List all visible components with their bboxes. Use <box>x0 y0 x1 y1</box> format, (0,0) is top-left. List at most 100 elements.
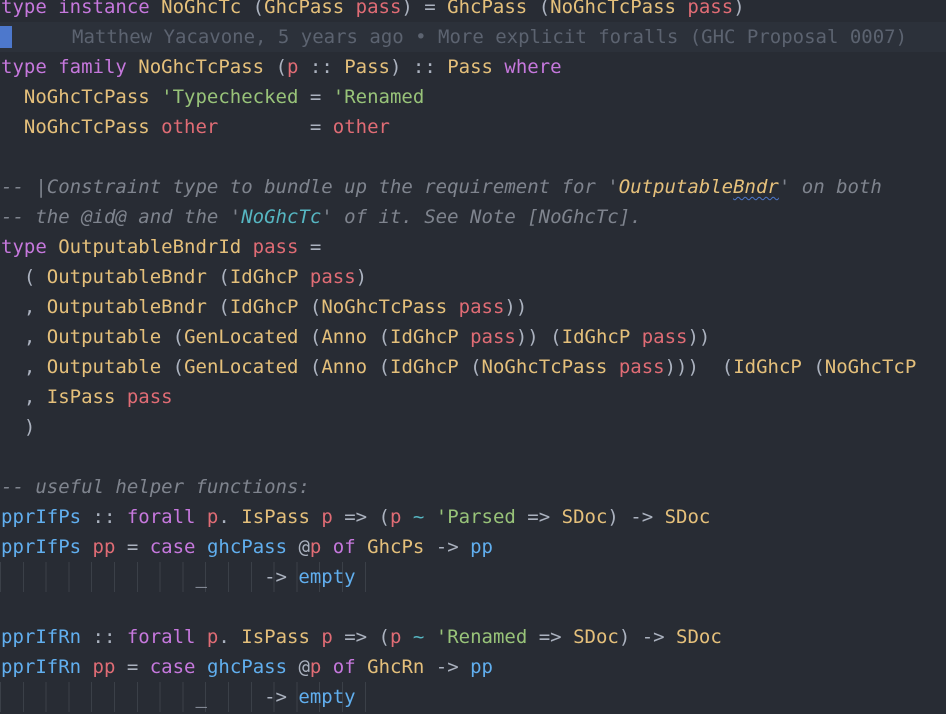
code-token: ( <box>309 296 322 318</box>
code-line[interactable] <box>0 442 946 472</box>
code-token: -- useful helper functions: <box>1 476 310 498</box>
code-token: Outputable <box>618 176 734 198</box>
code-token: ( <box>470 356 482 378</box>
code-token: OutputableBndr <box>46 266 219 288</box>
code-token: p <box>287 56 299 78</box>
code-text: ( OutputableBndr (IdGhcP pass) <box>0 262 367 292</box>
code-token: p <box>390 506 402 528</box>
code-token: 'Renamed <box>332 86 425 108</box>
code-line[interactable]: pprIfPs :: forall p. IsPass p => (p ~ 'P… <box>0 502 946 532</box>
code-token: ~ <box>401 506 436 528</box>
code-line[interactable]: _ -> empty <box>0 562 946 592</box>
code-token: )) ( <box>515 326 562 348</box>
code-text: pprIfRn pp = case ghcPass @p of GhcRn ->… <box>0 652 493 682</box>
code-token: NoGhcTcPass <box>23 86 162 108</box>
code-line[interactable]: , OutputableBndr (IdGhcP (NoGhcTcPass pa… <box>0 292 946 322</box>
code-token: ( <box>378 356 391 378</box>
code-text: ) <box>0 412 35 442</box>
code-token: pp <box>92 536 116 558</box>
code-token: , <box>1 386 47 408</box>
code-line[interactable]: ) <box>0 412 946 442</box>
code-token: pass <box>470 326 516 348</box>
code-line[interactable]: pprIfRn :: forall p. IsPass p => (p ~ 'R… <box>0 622 946 652</box>
code-text: -- the @id@ and the 'NoGhcTc' of it. See… <box>0 202 642 232</box>
code-token: , <box>1 356 47 378</box>
code-token: ( <box>252 0 265 18</box>
code-line[interactable]: type family NoGhcTcPass (p :: Pass) :: P… <box>0 52 946 82</box>
code-token: GhcPs <box>367 536 425 558</box>
code-token: = <box>115 536 150 558</box>
code-token: pass <box>309 266 356 288</box>
code-line[interactable]: NoGhcTcPass 'Typechecked = 'Renamed <box>0 82 946 112</box>
code-token: -> <box>424 536 471 558</box>
code-token: p <box>321 626 333 648</box>
code-token: _ -> <box>1 686 299 708</box>
code-token: ) -> <box>618 626 677 648</box>
code-token: ( <box>218 266 230 288</box>
cursor-line[interactable]: Matthew Yacavone, 5 years ago • More exp… <box>0 22 946 52</box>
code-line[interactable]: pprIfPs pp = case ghcPass @p of GhcPs ->… <box>0 532 946 562</box>
code-text: type instance NoGhcTc (GhcPass pass) = G… <box>0 0 745 22</box>
code-token: )) <box>687 326 711 348</box>
code-token: Bndr <box>733 176 779 198</box>
code-line[interactable]: NoGhcTcPass other = other <box>0 112 946 142</box>
code-token: => ( <box>332 506 390 528</box>
code-token: :: <box>81 626 127 648</box>
code-token: of <box>321 656 368 678</box>
code-token: Anno <box>321 356 379 378</box>
code-token: -- the @id@ and the ' <box>1 206 242 228</box>
code-token: IsPass <box>46 386 127 408</box>
code-token: pprIfRn <box>1 656 93 678</box>
code-text: , Outputable (GenLocated (Anno (IdGhcP (… <box>0 352 916 382</box>
code-line[interactable]: , IsPass pass <box>0 382 946 412</box>
code-token: NoGhcTcP <box>824 356 917 378</box>
code-line[interactable]: -- useful helper functions: <box>0 472 946 502</box>
code-token: p <box>206 506 219 528</box>
code-line[interactable]: type instance NoGhcTc (GhcPass pass) = G… <box>0 0 946 22</box>
code-token: ghcPass <box>206 656 299 678</box>
code-token: -- |Constraint type to bundle up the req… <box>1 176 619 198</box>
code-line[interactable]: , Outputable (GenLocated (Anno (IdGhcP p… <box>0 322 946 352</box>
code-editor[interactable]: Matthew Yacavone, 5 years ago • More exp… <box>0 0 946 714</box>
code-token: p <box>309 656 322 678</box>
code-token: NoGhcTcPass <box>321 296 459 318</box>
code-line[interactable]: _ -> empty <box>0 682 946 712</box>
code-token: SDoc <box>664 506 711 528</box>
code-token: . <box>218 626 242 648</box>
code-token: GhcPass <box>264 0 356 18</box>
code-token: SDoc <box>561 506 608 528</box>
code-token: ( <box>1 266 47 288</box>
code-line[interactable]: , Outputable (GenLocated (Anno (IdGhcP (… <box>0 352 946 382</box>
code-token: IsPass <box>241 626 322 648</box>
code-token: where <box>504 56 562 78</box>
code-line[interactable]: ( OutputableBndr (IdGhcP pass) <box>0 262 946 292</box>
code-line[interactable]: -- the @id@ and the 'NoGhcTc' of it. See… <box>0 202 946 232</box>
code-token: => ( <box>332 626 390 648</box>
code-token: case <box>149 656 207 678</box>
code-text: , OutputableBndr (IdGhcP (NoGhcTcPass pa… <box>0 292 527 322</box>
code-line[interactable] <box>0 592 946 622</box>
code-line[interactable]: -- |Constraint type to bundle up the req… <box>0 172 946 202</box>
code-token: IsPass <box>241 506 322 528</box>
code-text: pprIfPs :: forall p. IsPass p => (p ~ 'P… <box>0 502 710 532</box>
code-line[interactable]: type OutputableBndrId pass = <box>0 232 946 262</box>
code-token: forall <box>126 506 207 528</box>
code-token: ) <box>733 0 745 18</box>
code-line[interactable]: pprIfRn pp = case ghcPass @p of GhcRn ->… <box>0 652 946 682</box>
code-token: GenLocated <box>184 326 310 348</box>
code-token: :: <box>298 56 345 78</box>
code-token: ( <box>218 296 230 318</box>
code-token: IdGhcP <box>229 266 310 288</box>
code-token: ' on both <box>778 176 882 198</box>
code-token: NoGhcTc <box>241 206 322 228</box>
code-line[interactable] <box>0 142 946 172</box>
code-token: IdGhcP <box>390 326 471 348</box>
git-blame-annotation[interactable]: Matthew Yacavone, 5 years ago • More exp… <box>72 22 907 52</box>
code-token: => <box>527 626 574 648</box>
code-token: => <box>515 506 562 528</box>
code-token: ( <box>378 326 391 348</box>
code-token: ghcPass <box>206 536 299 558</box>
code-token: = <box>115 656 150 678</box>
code-token: p <box>206 626 219 648</box>
